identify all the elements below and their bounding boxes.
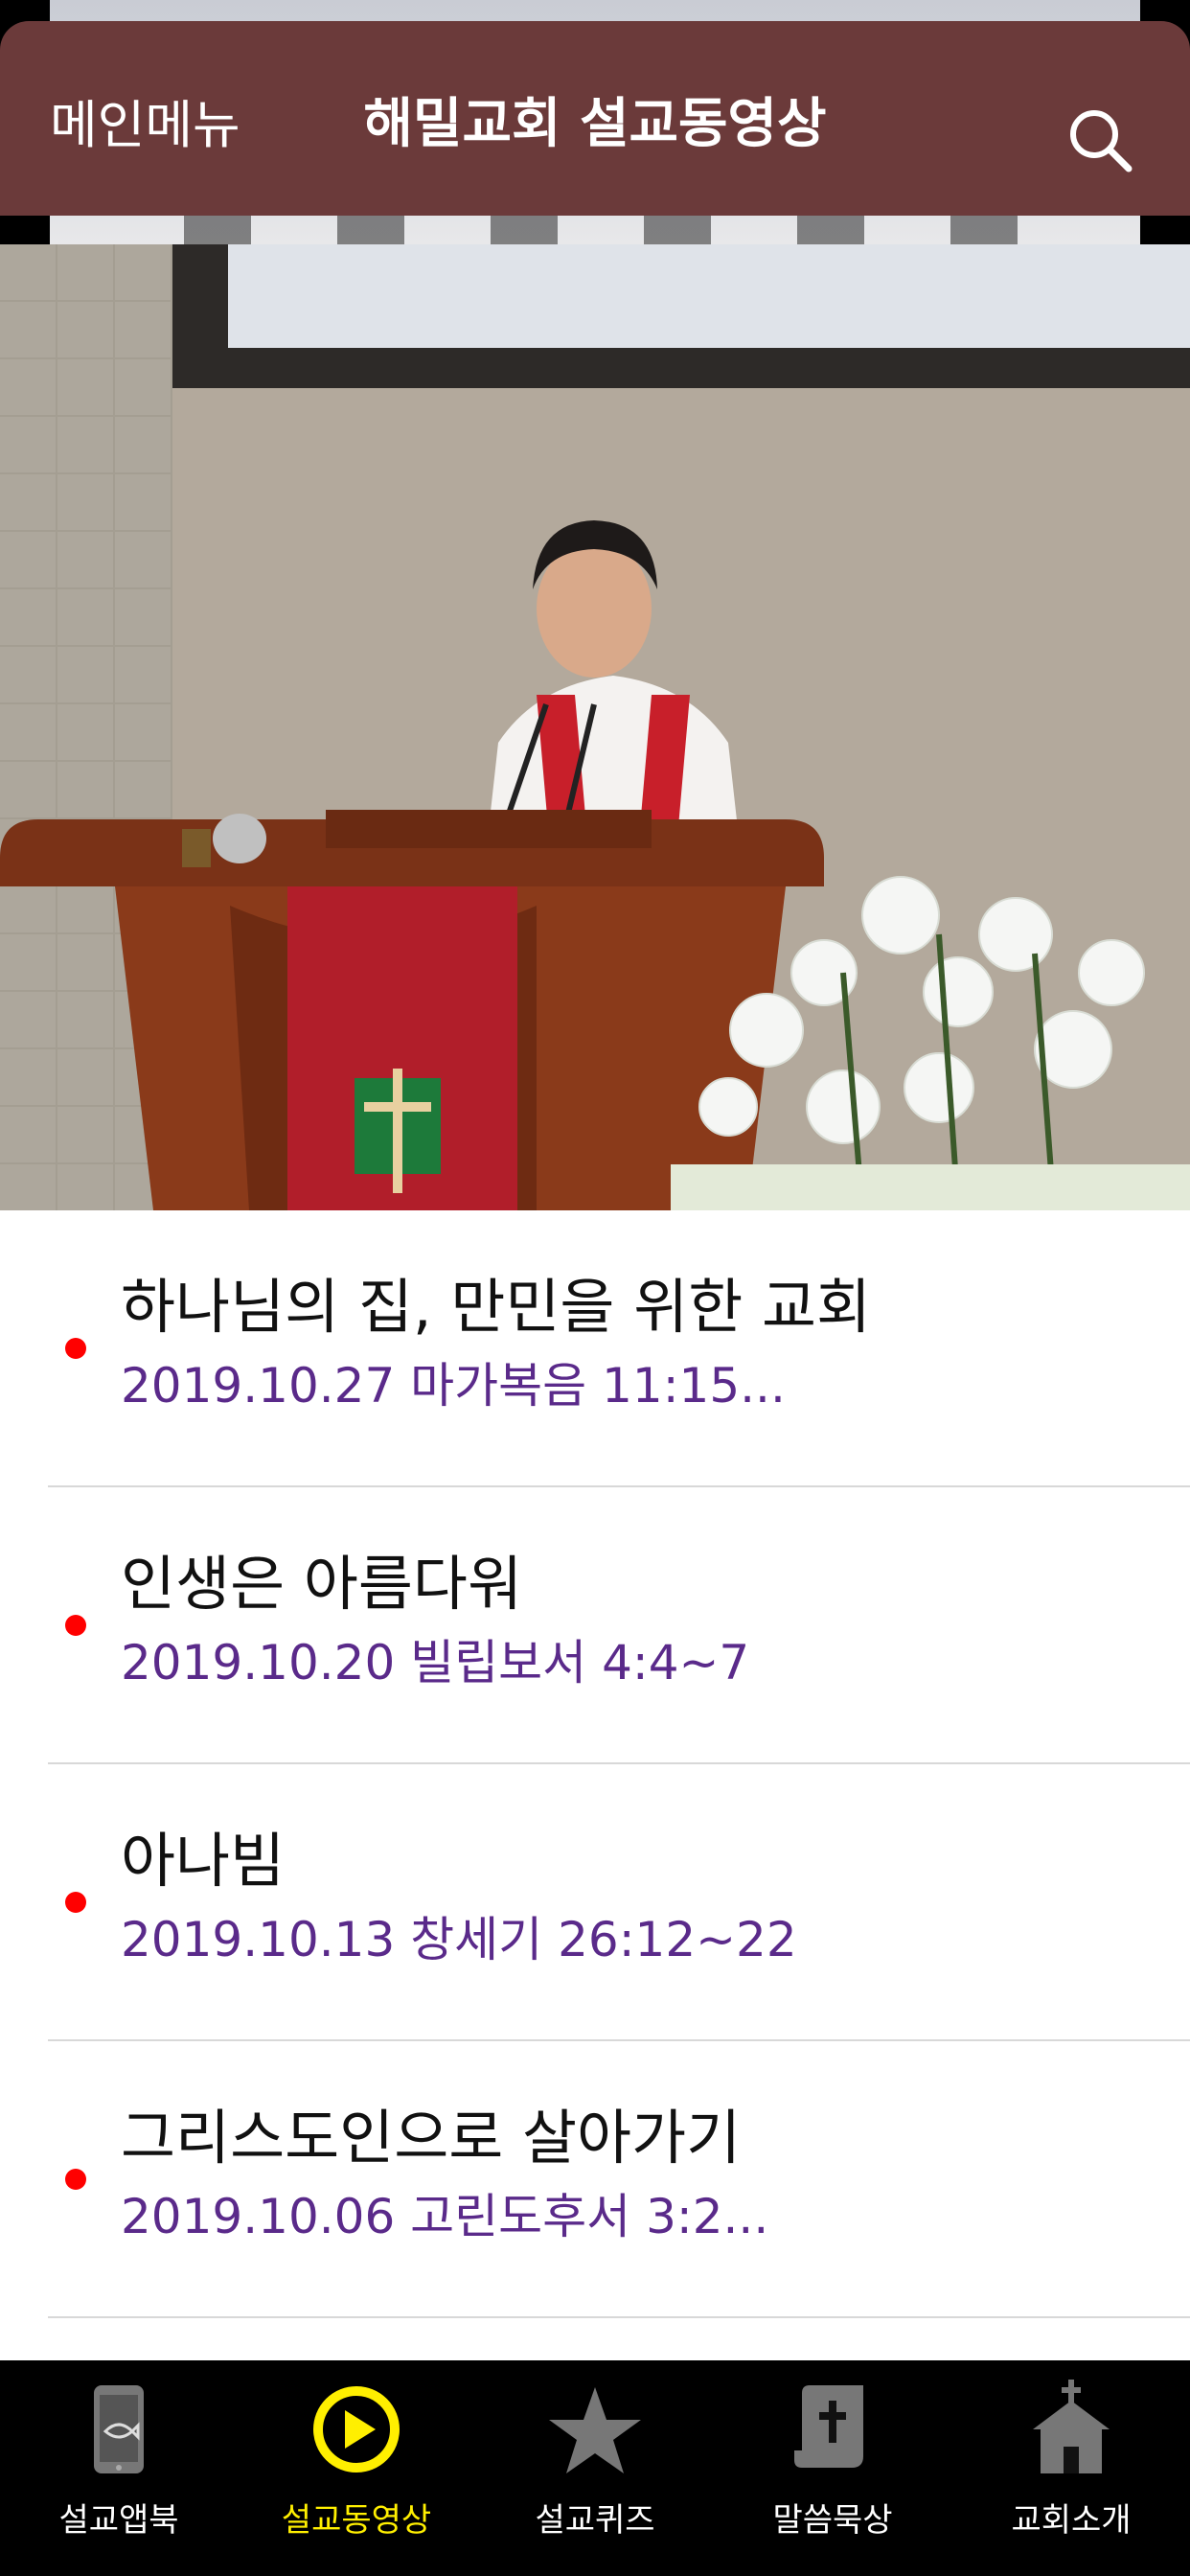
star-icon [538,2380,652,2485]
sermon-list-item[interactable]: 아나빔 2019.10.13 창세기 26:12~22 [0,1764,1190,2041]
tab-label: 설교앱북 [58,2501,179,2540]
divider [48,2316,1190,2318]
sermon-title: 하나님의 집, 만민을 위한 교회 [121,1272,872,1342]
bottom-tab-bar: 설교앱북 설교동영상 설교퀴즈 말씀묵상 교회소개 [0,2360,1190,2576]
sermon-title: 그리스도인으로 살아가기 [121,2103,742,2173]
sermon-list-item[interactable]: 하나님의 집, 만민을 위한 교회 2019.10.27 마가복음 11:15.… [0,1210,1190,1487]
tab-label: 말씀묵상 [772,2501,893,2540]
bullet-dot [65,1338,86,1359]
sermon-hero-image[interactable] [0,244,1190,1210]
sermon-title: 아나빔 [121,1826,286,1896]
bullet-dot [65,2169,86,2190]
bullet-dot [65,1615,86,1636]
tab-label: 설교동영상 [281,2501,432,2540]
page-title: 해밀교회 설교동영상 [363,93,827,155]
tab-sermon-quiz[interactable]: 설교퀴즈 [476,2360,714,2576]
sermon-date-scripture: 2019.10.20 빌립보서 4:4~7 [121,1635,750,1690]
sermon-date-scripture: 2019.10.27 마가복음 11:15... [121,1358,786,1414]
search-icon[interactable] [1065,105,1134,174]
tab-sermon-appbook[interactable]: 설교앱북 [0,2360,238,2576]
tab-church-intro[interactable]: 교회소개 [952,2360,1190,2576]
sermon-list: 하나님의 집, 만민을 위한 교회 2019.10.27 마가복음 11:15.… [0,1210,1190,2360]
sermon-list-item[interactable]: 인생은 아름다워 2019.10.20 빌립보서 4:4~7 [0,1487,1190,1764]
church-icon [1014,2380,1129,2485]
tab-word-meditation[interactable]: 말씀묵상 [714,2360,951,2576]
tab-label: 교회소개 [1011,2501,1132,2540]
pastor-preaching-photo [0,244,1190,1210]
app-header: 메인메뉴 해밀교회 설교동영상 [0,21,1190,216]
play-circle-icon [299,2380,414,2485]
tab-label: 설교퀴즈 [535,2501,655,2540]
bullet-dot [65,1892,86,1913]
sermon-list-item[interactable]: 그리스도인으로 살아가기 2019.10.06 고린도후서 3:2... [0,2041,1190,2318]
sermon-date-scripture: 2019.10.06 고린도후서 3:2... [121,2189,769,2244]
bible-cross-icon [775,2380,890,2485]
phone-fish-icon [61,2380,176,2485]
sermon-title: 인생은 아름다워 [121,1549,522,1619]
tab-sermon-video[interactable]: 설교동영상 [238,2360,475,2576]
sermon-date-scripture: 2019.10.13 창세기 26:12~22 [121,1912,797,1967]
